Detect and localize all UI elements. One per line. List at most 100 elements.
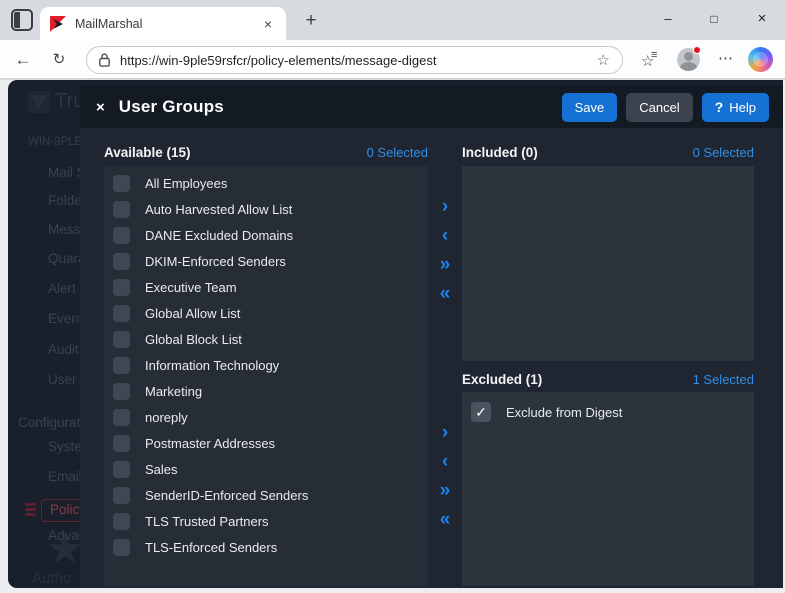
new-tab-button[interactable]: + [296,8,326,34]
excluded-title: Excluded (1) [462,372,542,387]
item-label: Information Technology [145,358,279,373]
window-minimize-button[interactable]: – [645,0,691,38]
sidebar-item-user-a: User A [48,372,80,392]
item-checkbox[interactable] [113,513,130,530]
exclude-move-all-left-button[interactable]: « [428,510,462,532]
footer-sub-text: Autho [32,570,71,587]
available-list-item[interactable]: Executive Team [104,274,428,300]
item-checkbox[interactable] [113,305,130,322]
sidebar-item-mail-s: Mail S [48,165,80,185]
tab-close-icon[interactable]: × [260,16,276,32]
dialog-title: User Groups [119,97,224,117]
available-panel-header: Available (15) 0 Selected [104,141,428,163]
back-icon[interactable]: ← [10,47,36,73]
sidebar-item-event: Event [48,311,80,331]
available-list-item[interactable]: TLS Trusted Partners [104,508,428,534]
item-checkbox[interactable] [113,487,130,504]
item-checkbox[interactable] [113,357,130,374]
excluded-list-item[interactable]: ✓ Exclude from Digest [462,397,754,427]
available-list-item[interactable]: DANE Excluded Domains [104,222,428,248]
address-bar[interactable]: https://win-9ple59rsfcr/policy-elements/… [86,46,623,74]
sidebar-item-configuratio: Configuratio [18,415,80,435]
app-sidebar-dimmed: Tru WIN-9PLE Mail SFoldeMessaQuaraAlertE… [8,80,80,588]
available-list-item[interactable]: Information Technology [104,352,428,378]
policy-layers-icon [25,503,36,518]
include-move-all-right-button[interactable]: » [428,255,462,277]
sidebar-item-alert: Alert [48,281,76,301]
available-list-item[interactable]: TLS-Enforced Senders [104,534,428,560]
mailmarshal-favicon [50,16,66,32]
item-label: DANE Excluded Domains [145,228,293,243]
item-label: Exclude from Digest [506,405,622,420]
included-list[interactable] [462,166,754,361]
exclude-move-all-right-button[interactable]: » [428,481,462,503]
item-checkbox[interactable] [113,435,130,452]
item-label: DKIM-Enforced Senders [145,254,286,269]
item-checkbox[interactable] [113,279,130,296]
modal-overlay: Tru WIN-9PLE Mail SFoldeMessaQuaraAlertE… [8,80,783,588]
available-title: Available (15) [104,145,191,160]
window-close-button[interactable]: × [739,0,785,38]
url-text[interactable]: https://win-9ple59rsfcr/policy-elements/… [120,53,597,68]
available-list-item[interactable]: All Employees [104,170,428,196]
item-checkbox[interactable] [113,331,130,348]
include-move-all-left-button[interactable]: « [428,284,462,306]
included-title: Included (0) [462,145,538,160]
item-checkbox[interactable] [113,253,130,270]
help-button[interactable]: ?Help [702,93,769,122]
item-checkbox[interactable] [113,175,130,192]
item-checkbox[interactable] [113,409,130,426]
exclude-move-right-button[interactable]: › [428,423,462,445]
available-list-item[interactable]: noreply [104,404,428,430]
footer-star-icon: ★ [46,528,80,570]
excluded-list[interactable]: ✓ Exclude from Digest [462,392,754,586]
dialog-close-icon[interactable]: × [96,99,105,116]
browser-tab[interactable]: MailMarshal × [40,7,286,40]
item-label: Marketing [145,384,202,399]
item-label: All Employees [145,176,227,191]
available-list-item[interactable]: SenderID-Enforced Senders [104,482,428,508]
cancel-button[interactable]: Cancel [626,93,692,122]
include-move-right-button[interactable]: › [428,197,462,219]
available-list-item[interactable]: Global Block List [104,326,428,352]
exclude-move-left-button[interactable]: ‹ [428,452,462,474]
sidebar-item-folde: Folde [48,193,80,213]
profile-notification-dot [693,46,701,54]
browser-menu-icon[interactable]: ⋯ [714,48,738,72]
item-label: TLS Trusted Partners [145,514,269,529]
excluded-panel-header: Excluded (1) 1 Selected [462,368,754,390]
item-label: Global Allow List [145,306,240,321]
help-question-icon: ? [715,99,724,115]
window-maximize-button[interactable]: □ [691,0,737,38]
available-list-item[interactable]: DKIM-Enforced Senders [104,248,428,274]
item-label: noreply [145,410,188,425]
trustwave-logo-icon [28,91,50,113]
available-list-item[interactable]: Marketing [104,378,428,404]
item-checkbox[interactable] [113,461,130,478]
dialog-header: × User Groups Save Cancel ?Help [80,86,783,128]
tab-actions-icon[interactable] [11,9,33,31]
save-button[interactable]: Save [562,93,618,122]
item-checkbox[interactable]: ✓ [471,402,491,422]
reload-icon[interactable]: ↻ [46,47,72,73]
lock-icon [99,53,110,67]
available-list-item[interactable]: Sales [104,456,428,482]
available-list-item[interactable]: Postmaster Addresses [104,430,428,456]
favorite-star-icon[interactable]: ☆ [597,51,610,69]
item-checkbox[interactable] [113,227,130,244]
item-checkbox[interactable] [113,383,130,400]
collections-lines-icon: ≡ [651,49,657,61]
item-checkbox[interactable] [113,539,130,556]
available-list-item[interactable]: Global Allow List [104,300,428,326]
available-list[interactable]: All Employees Auto Harvested Allow List DA… [104,166,428,586]
hostname-label: WIN-9PLE [28,136,80,148]
collections-icon[interactable]: ☆ ≡ [641,52,654,70]
item-label: TLS-Enforced Senders [145,540,277,555]
item-checkbox[interactable] [113,201,130,218]
excluded-selected-count: 1 Selected [693,372,754,387]
copilot-icon[interactable] [748,47,773,72]
page-background: Tru WIN-9PLE Mail SFoldeMessaQuaraAlertE… [0,80,785,593]
item-label: SenderID-Enforced Senders [145,488,308,503]
include-move-left-button[interactable]: ‹ [428,226,462,248]
available-list-item[interactable]: Auto Harvested Allow List [104,196,428,222]
